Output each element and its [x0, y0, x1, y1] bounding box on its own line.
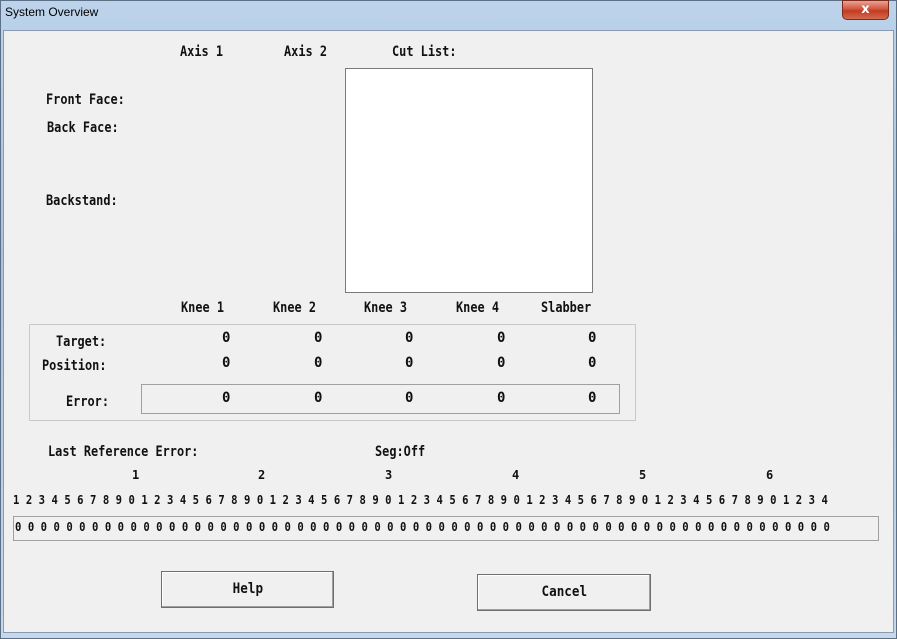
bit-tens-2: 2: [258, 468, 266, 482]
error-knee-1-value: 0: [222, 390, 231, 406]
position-knee-1-value: 0: [222, 355, 231, 371]
bit-tens-1: 1: [132, 468, 140, 482]
cut-list-header: Cut List:: [392, 44, 457, 60]
position-knee-3-value: 0: [405, 355, 414, 371]
axis-2-header: Axis 2: [284, 44, 327, 60]
bit-values-row: 0 0 0 0 0 0 0 0 0 0 0 0 0 0 0 0 0 0 0 0 …: [15, 520, 830, 534]
target-knee-2-value: 0: [314, 330, 323, 346]
window-title: System Overview: [5, 5, 99, 19]
error-knee-4-value: 0: [497, 390, 506, 406]
error-label: Error:: [66, 394, 109, 410]
bit-tens-5: 5: [639, 468, 647, 482]
error-knee-3-value: 0: [405, 390, 414, 406]
position-label: Position:: [42, 358, 107, 374]
error-slabber-value: 0: [588, 390, 597, 406]
cancel-button-label: Cancel: [541, 584, 587, 600]
knee-4-header: Knee 4: [456, 300, 499, 316]
front-face-label: Front Face:: [46, 92, 125, 108]
last-reference-error-label: Last Reference Error:: [48, 444, 199, 460]
knee-3-header: Knee 3: [364, 300, 407, 316]
back-face-label: Back Face:: [47, 120, 119, 136]
knee-2-header: Knee 2: [273, 300, 316, 316]
slabber-header: Slabber: [541, 300, 592, 316]
position-knee-4-value: 0: [497, 355, 506, 371]
title-bar[interactable]: System Overview x: [1, 0, 896, 26]
backstand-label: Backstand:: [46, 193, 118, 209]
error-box: [141, 384, 620, 414]
position-slabber-value: 0: [588, 355, 597, 371]
cut-list-box[interactable]: [345, 68, 593, 293]
bit-tens-3: 3: [385, 468, 393, 482]
dialog-client-area: Axis 1 Axis 2 Cut List: Front Face: Back…: [3, 30, 894, 633]
help-button-label: Help: [232, 581, 263, 597]
target-knee-4-value: 0: [497, 330, 506, 346]
target-slabber-value: 0: [588, 330, 597, 346]
close-button[interactable]: x: [842, 0, 889, 20]
knee-1-header: Knee 1: [181, 300, 224, 316]
target-knee-3-value: 0: [405, 330, 414, 346]
position-knee-2-value: 0: [314, 355, 323, 371]
close-icon: x: [861, 2, 870, 17]
error-knee-2-value: 0: [314, 390, 323, 406]
target-knee-1-value: 0: [222, 330, 231, 346]
bit-tens-4: 4: [512, 468, 520, 482]
axis-1-header: Axis 1: [180, 44, 223, 60]
target-label: Target:: [56, 334, 107, 350]
seg-status: Seg:Off: [375, 444, 426, 460]
help-button[interactable]: Help: [161, 571, 334, 608]
bit-tens-6: 6: [766, 468, 774, 482]
bit-index-row: 1 2 3 4 5 6 7 8 9 0 1 2 3 4 5 6 7 8 9 0 …: [13, 493, 828, 507]
system-overview-window: System Overview x Axis 1 Axis 2 Cut List…: [0, 0, 897, 639]
cancel-button[interactable]: Cancel: [477, 574, 651, 611]
